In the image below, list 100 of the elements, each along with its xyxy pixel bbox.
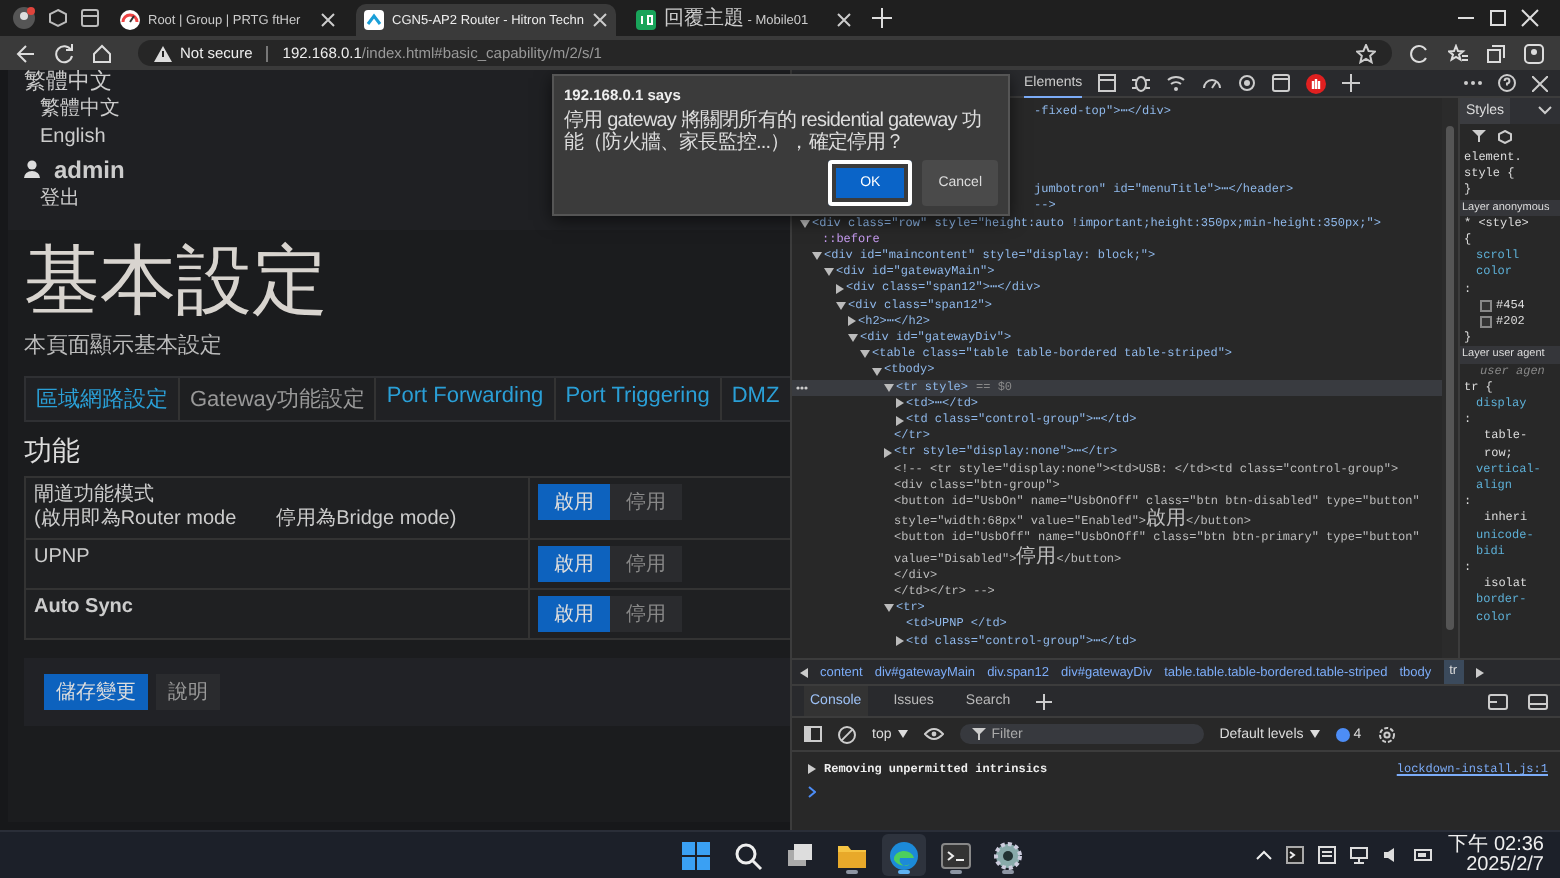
close-icon[interactable] xyxy=(835,12,852,28)
page-title: 基本設定 xyxy=(24,238,330,326)
caret-right-icon[interactable] xyxy=(896,636,904,647)
setting-label: 閘道功能模式 xyxy=(34,484,156,508)
action-button[interactable]: 儲存變更 xyxy=(44,674,148,710)
toggle-button[interactable]: 啟用 xyxy=(538,484,610,520)
panel-icon[interactable] xyxy=(1528,693,1548,709)
caret-right-icon[interactable] xyxy=(848,316,856,327)
add-icon[interactable] xyxy=(1036,693,1053,709)
reload-icon[interactable] xyxy=(54,43,74,63)
scroll-left-icon[interactable] xyxy=(800,667,808,677)
toggle-button[interactable]: 停用 xyxy=(610,546,682,582)
profile-icon[interactable] xyxy=(12,6,36,30)
filter-icon[interactable] xyxy=(1472,130,1486,142)
search-icon xyxy=(732,839,764,871)
gear-icon[interactable] xyxy=(1238,74,1257,92)
favicon-icon xyxy=(635,10,656,30)
caret-down-icon[interactable] xyxy=(824,268,834,277)
running-indicator xyxy=(950,870,962,874)
gauge-icon[interactable] xyxy=(1202,74,1223,92)
toggle-button[interactable]: 停用 xyxy=(610,596,682,632)
window-icon[interactable] xyxy=(1272,74,1291,92)
taskbar-button[interactable] xyxy=(882,834,926,876)
scroll-right-icon[interactable] xyxy=(1475,667,1484,677)
setting-note: (啟用即為Router mode 停用為Bridge mode) xyxy=(34,508,459,532)
terminal-icon[interactable] xyxy=(1286,846,1305,864)
person-icon xyxy=(24,160,40,178)
browser-icon xyxy=(888,839,920,871)
prompt-icon[interactable] xyxy=(808,786,816,798)
close-icon[interactable] xyxy=(591,12,608,28)
running-indicator xyxy=(1002,870,1014,874)
nav-tab[interactable]: Port Forwarding xyxy=(376,378,556,420)
network-icon[interactable] xyxy=(1350,846,1369,864)
dock-icon[interactable] xyxy=(1488,693,1508,709)
add-icon[interactable] xyxy=(1342,74,1361,92)
chevron-up-icon[interactable] xyxy=(1256,850,1273,860)
caret-down-icon[interactable] xyxy=(884,383,894,392)
color-swatch-icon[interactable] xyxy=(1480,316,1492,329)
cube-icon[interactable] xyxy=(1498,130,1512,144)
profile-icon[interactable] xyxy=(1524,43,1544,63)
battery-icon[interactable] xyxy=(1414,846,1435,864)
setting-label: Auto Sync xyxy=(34,596,135,620)
warning-icon xyxy=(154,45,172,61)
collections-icon[interactable] xyxy=(1486,43,1506,63)
caret-down-icon xyxy=(1309,730,1320,738)
caret-right-icon[interactable] xyxy=(884,448,892,459)
caret-down-icon[interactable] xyxy=(884,604,894,613)
caret-right-icon[interactable] xyxy=(896,415,904,426)
workspaces-icon[interactable] xyxy=(48,8,68,28)
clear-icon[interactable] xyxy=(838,725,856,743)
nav-tab[interactable]: Port Triggering xyxy=(555,378,722,420)
gear-icon xyxy=(992,839,1024,871)
caret-right-icon[interactable] xyxy=(836,284,844,295)
caret-down-icon[interactable] xyxy=(848,334,858,343)
close-icon[interactable] xyxy=(320,12,336,28)
close-icon[interactable] xyxy=(1520,8,1540,28)
message-icon xyxy=(1335,727,1350,741)
bug-icon[interactable] xyxy=(1132,74,1151,92)
back-icon[interactable] xyxy=(16,43,36,63)
terminal-icon xyxy=(940,839,972,871)
favorites-icon[interactable] xyxy=(1448,43,1468,63)
start-icon xyxy=(680,839,712,871)
close-icon[interactable] xyxy=(1532,75,1548,91)
sidebar-icon[interactable] xyxy=(804,726,822,742)
new-tab-icon[interactable] xyxy=(871,8,892,28)
caret-right-icon[interactable] xyxy=(896,398,904,409)
more-icon[interactable] xyxy=(796,385,808,390)
home-icon[interactable] xyxy=(92,43,112,63)
toggle-button[interactable]: 停用 xyxy=(610,484,682,520)
toggle-button[interactable]: 啟用 xyxy=(538,596,610,632)
running-indicator xyxy=(898,870,910,874)
panel-icon[interactable] xyxy=(1098,74,1117,92)
maximize-icon[interactable] xyxy=(1488,8,1508,28)
caret-down-icon xyxy=(897,730,908,738)
nav-tab[interactable]: DMZ xyxy=(721,378,790,420)
user-menu[interactable]: admin xyxy=(54,155,125,183)
running-indicator xyxy=(846,870,858,874)
filter-icon xyxy=(971,728,986,740)
clock[interactable]: 下午 02:36 2025/2/7 xyxy=(1448,835,1544,875)
action-button[interactable]: 說明 xyxy=(156,674,220,710)
toggle-button[interactable]: 啟用 xyxy=(538,546,610,582)
color-swatch-icon[interactable] xyxy=(1480,299,1492,312)
chevron-down-icon[interactable] xyxy=(1538,106,1552,116)
favicon-icon xyxy=(364,10,384,30)
more-icon[interactable] xyxy=(1464,80,1482,86)
setting-label: UPNP xyxy=(34,546,92,570)
dialog-message: 停用 gateway 將關閉所有的 residential gateway 功能（防火牆、家長監控...），確定停用？ xyxy=(564,110,983,154)
gear-icon[interactable] xyxy=(1377,725,1396,743)
caret-down-icon[interactable] xyxy=(812,252,822,261)
star-icon[interactable] xyxy=(1356,43,1376,63)
wifi-icon[interactable] xyxy=(1166,74,1187,92)
caret-down-icon[interactable] xyxy=(860,350,870,359)
favicon-icon xyxy=(120,10,140,30)
eye-icon[interactable] xyxy=(923,728,944,740)
section-title: 功能 xyxy=(24,434,82,470)
help-icon[interactable] xyxy=(1498,74,1516,92)
page-subtitle: 本頁面顯示基本設定 xyxy=(24,331,224,360)
tab-list-icon[interactable] xyxy=(80,8,100,28)
caret-down-icon[interactable] xyxy=(836,301,846,310)
task-view-icon xyxy=(784,839,816,871)
